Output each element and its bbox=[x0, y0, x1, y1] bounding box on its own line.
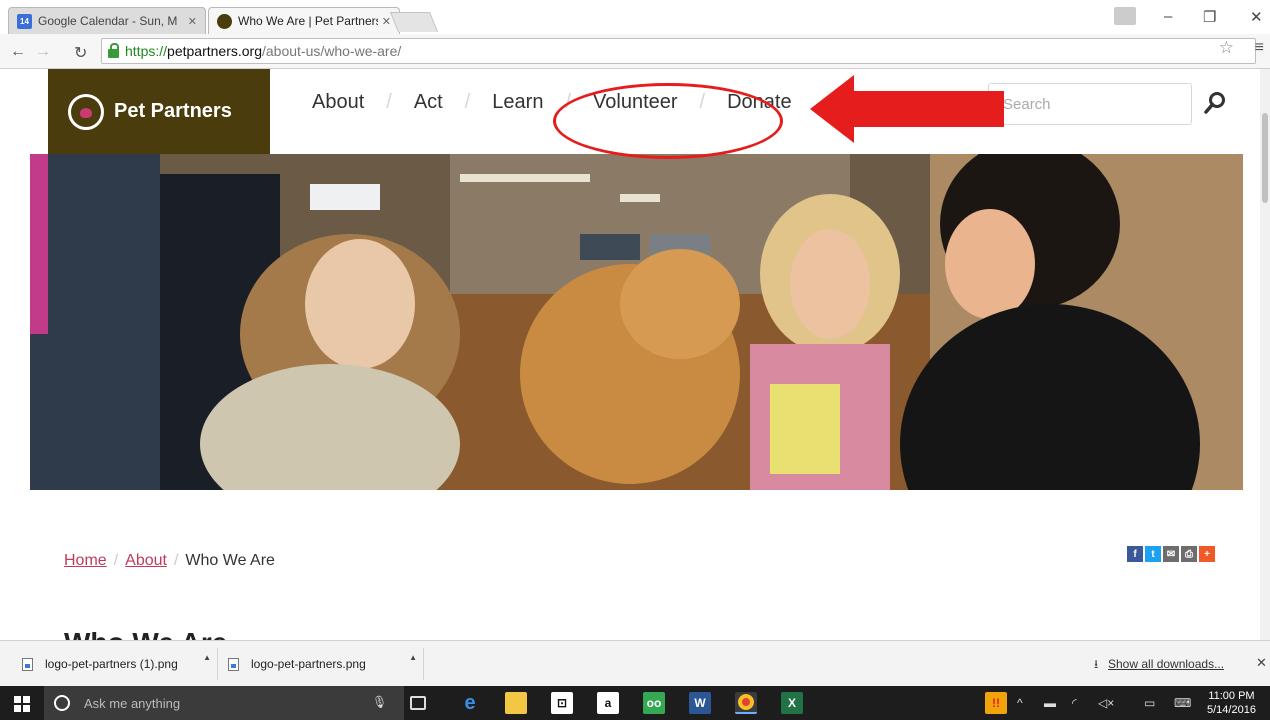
back-icon[interactable]: ← bbox=[10, 43, 26, 61]
keyboard-icon[interactable]: ⌨ bbox=[1174, 696, 1191, 710]
nav-act[interactable]: Act bbox=[414, 91, 443, 114]
edge-browser-icon[interactable]: e bbox=[459, 692, 481, 714]
download-filename: logo-pet-partners (1).png bbox=[45, 657, 178, 671]
task-view-icon[interactable] bbox=[410, 696, 426, 710]
more-icon[interactable]: + bbox=[1199, 546, 1215, 562]
logo-text: Pet Partners bbox=[114, 100, 232, 122]
print-icon[interactable]: ⎙ bbox=[1181, 546, 1197, 562]
download-filename: logo-pet-partners.png bbox=[251, 657, 366, 671]
email-icon[interactable]: ✉ bbox=[1163, 546, 1179, 562]
page-scrollbar[interactable] bbox=[1260, 69, 1270, 640]
url-path: /about-us/who-we-are/ bbox=[261, 43, 402, 59]
close-tab-icon[interactable]: ✕ bbox=[382, 15, 391, 28]
url-host: petpartners.org bbox=[167, 43, 262, 59]
breadcrumb: Home / About / Who We Are bbox=[64, 552, 275, 570]
battery-icon[interactable]: ▬ bbox=[1044, 696, 1056, 710]
nav-separator: / bbox=[464, 91, 471, 113]
nav-separator: / bbox=[386, 91, 392, 113]
show-hidden-icons-icon[interactable]: ^ bbox=[1017, 696, 1023, 710]
notification-warning-icon[interactable]: !! bbox=[985, 692, 1007, 714]
tab-title: Google Calendar - Sun, M bbox=[38, 14, 178, 28]
close-icon[interactable]: ✕ bbox=[1256, 655, 1267, 671]
twitter-icon[interactable]: t bbox=[1145, 546, 1161, 562]
browser-menu-icon[interactable]: ≡ bbox=[1255, 39, 1264, 57]
hero-photo bbox=[30, 154, 1243, 490]
cortana-icon bbox=[54, 695, 70, 711]
page-title: Who We Are bbox=[64, 627, 227, 640]
lock-icon bbox=[108, 42, 119, 58]
image-file-icon bbox=[228, 657, 239, 671]
tab-google-calendar[interactable]: 14 Google Calendar - Sun, M ✕ bbox=[8, 7, 206, 34]
volume-icon[interactable]: ◁× bbox=[1098, 696, 1114, 710]
new-tab-button[interactable] bbox=[389, 12, 439, 32]
microphone-icon[interactable]: 🎙 bbox=[372, 695, 387, 709]
chrome-icon[interactable] bbox=[735, 692, 757, 714]
site-logo[interactable]: Pet Partners bbox=[48, 69, 270, 154]
chevron-down-icon[interactable]: ▲ bbox=[203, 653, 211, 662]
download-icon: ⭳ bbox=[1094, 657, 1099, 671]
search-icon[interactable] bbox=[1203, 91, 1227, 115]
clock-date: 5/14/2016 bbox=[1207, 704, 1256, 716]
wifi-icon[interactable]: ◜ bbox=[1072, 696, 1077, 710]
share-icons: f t ✉ ⎙ + bbox=[1127, 546, 1215, 562]
action-center-icon[interactable]: ▭ bbox=[1144, 696, 1155, 710]
page-viewport: Pet Partners About / Act / Learn / Volun… bbox=[0, 69, 1270, 640]
restore-icon[interactable]: ❐ bbox=[1203, 8, 1216, 26]
search-placeholder: Search bbox=[1003, 95, 1051, 113]
show-all-downloads-link[interactable]: Show all downloads... bbox=[1108, 657, 1224, 671]
image-file-icon bbox=[22, 657, 33, 671]
windows-start-icon[interactable] bbox=[14, 696, 30, 712]
tab-title: Who We Are | Pet Partners bbox=[238, 14, 378, 28]
site-search-input[interactable]: Search bbox=[988, 83, 1192, 125]
pet-partners-favicon-icon bbox=[217, 13, 232, 29]
breadcrumb-about-link[interactable]: About bbox=[125, 552, 167, 569]
system-clock[interactable]: 11:00 PM 5/14/2016 bbox=[1207, 689, 1256, 717]
breadcrumb-current: Who We Are bbox=[185, 552, 275, 569]
amazon-icon[interactable]: a bbox=[597, 692, 619, 714]
breadcrumb-separator: / bbox=[173, 552, 179, 569]
cortana-placeholder: Ask me anything bbox=[84, 695, 181, 711]
close-window-icon[interactable]: ✕ bbox=[1250, 8, 1263, 26]
pet-partners-logo-icon bbox=[68, 93, 104, 130]
breadcrumb-separator: / bbox=[113, 552, 119, 569]
scrollbar-thumb[interactable] bbox=[1262, 113, 1268, 203]
close-tab-icon[interactable]: ✕ bbox=[188, 15, 197, 28]
nav-learn[interactable]: Learn bbox=[492, 91, 543, 114]
calendar-favicon-icon: 14 bbox=[17, 13, 32, 29]
chevron-down-icon[interactable]: ▲ bbox=[409, 653, 417, 662]
browser-tab-strip: 14 Google Calendar - Sun, M ✕ Who We Are… bbox=[0, 0, 1270, 34]
download-shelf: logo-pet-partners (1).png ▲ logo-pet-par… bbox=[0, 640, 1270, 686]
clock-time: 11:00 PM bbox=[1208, 690, 1255, 702]
annotation-ellipse bbox=[553, 83, 783, 159]
facebook-icon[interactable]: f bbox=[1127, 546, 1143, 562]
file-explorer-icon[interactable] bbox=[505, 692, 527, 714]
cortana-search-input[interactable]: Ask me anything bbox=[44, 686, 404, 720]
annotation-arrow-icon bbox=[810, 75, 1004, 143]
screen: 14 Google Calendar - Sun, M ✕ Who We Are… bbox=[0, 0, 1270, 720]
download-item[interactable]: logo-pet-partners.png ▲ bbox=[228, 648, 424, 680]
browser-toolbar: ← → ↻ https://petpartners.org/about-us/w… bbox=[0, 34, 1270, 69]
download-item[interactable]: logo-pet-partners (1).png ▲ bbox=[22, 648, 218, 680]
windows-taskbar: Ask me anything 🎙 e ⊡ a oo W X !! ^ ▬ ◜ … bbox=[0, 686, 1270, 720]
tab-who-we-are[interactable]: Who We Are | Pet Partners ✕ bbox=[208, 7, 400, 34]
minimize-icon[interactable]: – bbox=[1164, 8, 1172, 25]
nav-about[interactable]: About bbox=[312, 91, 364, 114]
reload-icon[interactable]: ↻ bbox=[74, 43, 87, 63]
store-icon[interactable]: ⊡ bbox=[551, 692, 573, 714]
bookmark-star-icon[interactable]: ☆ bbox=[1219, 38, 1234, 58]
address-bar[interactable]: https://petpartners.org/about-us/who-we-… bbox=[101, 38, 1256, 64]
word-icon[interactable]: W bbox=[689, 692, 711, 714]
forward-icon[interactable]: → bbox=[35, 43, 51, 61]
excel-icon[interactable]: X bbox=[781, 692, 803, 714]
profile-avatar-icon[interactable] bbox=[1114, 7, 1136, 25]
tripadvisor-icon[interactable]: oo bbox=[643, 692, 665, 714]
breadcrumb-home-link[interactable]: Home bbox=[64, 552, 107, 569]
url-scheme: https:// bbox=[125, 43, 168, 59]
